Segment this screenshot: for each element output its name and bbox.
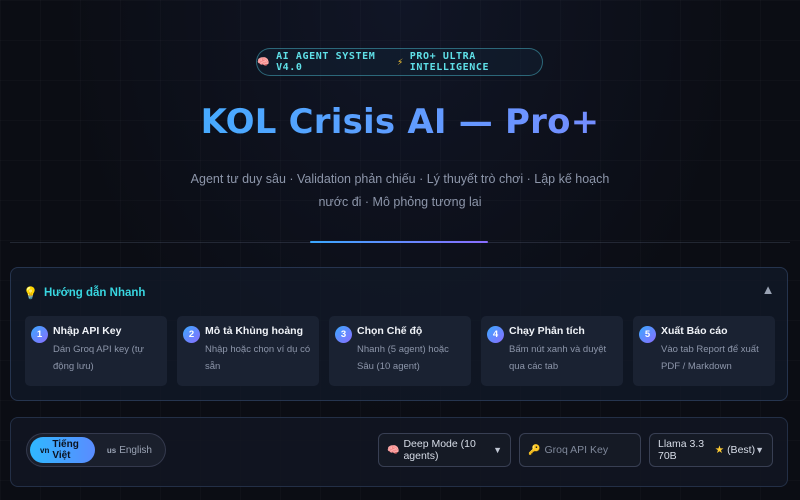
quick-guide-panel: 💡 Hướng dẫn Nhanh ▲ 1 Nhập API Key Dán G… [10,267,788,401]
language-label: Tiếng Việt [52,439,79,461]
step-description: Nhanh (5 agent) hoặc Sâu (10 agent) [357,344,449,372]
model-selected-suffix: (Best) [727,444,756,456]
language-button-vietnamese[interactable]: vn Tiếng Việt [30,437,95,463]
guide-step-3: 3 Chọn Chế độ Nhanh (5 agent) hoặc Sâu (… [329,316,471,386]
mode-selected-value: Deep Mode (10 agents) [403,438,476,462]
step-number: 1 [31,326,48,343]
chevron-down-icon: ▼ [755,445,764,455]
step-description: Nhập hoặc chọn ví dụ có sẵn [205,344,311,372]
guide-step-2: 2 Mô tả Khủng hoảng Nhập hoặc chọn ví dụ… [177,316,319,386]
step-number: 5 [639,326,656,343]
api-key-field[interactable]: 🔑 [519,433,641,467]
language-switch: vn Tiếng Việt us English [26,433,166,467]
guide-step-4: 4 Chạy Phân tích Bấm nút xanh và duyệt q… [481,316,623,386]
api-key-input[interactable] [544,444,635,456]
language-label: English [119,444,152,456]
step-description: Dán Groq API key (tự động lưu) [53,344,144,372]
us-flag-icon: us [106,445,117,455]
step-number: 4 [487,326,504,343]
language-button-english[interactable]: us English [97,437,162,463]
analysis-mode-select[interactable]: 🧠 Deep Mode (10 agents) ▼ [378,433,511,467]
step-number: 3 [335,326,352,343]
guide-step-5: 5 Xuất Báo cáo Vào tab Report để xuất PD… [633,316,775,386]
quick-guide-title: Hướng dẫn Nhanh [43,287,146,299]
header-divider-accent [310,241,488,243]
collapse-toggle-icon[interactable]: ▲ [761,282,775,298]
brain-icon: 🧠 [387,444,400,456]
lightbulb-icon: 💡 [23,286,38,300]
step-title: Nhập API Key [53,325,122,337]
quick-guide-header[interactable]: 💡 Hướng dẫn Nhanh [23,286,145,300]
key-icon: 🔑 [528,444,541,456]
chevron-down-icon: ▼ [493,445,502,455]
model-select[interactable]: Llama 3.3 70B ★ (Best) ▼ [649,433,773,467]
version-badge: 🧠 AI AGENT SYSTEM V4.0 ⚡ PRO+ ULTRA INTE… [256,48,543,76]
controls-bar: vn Tiếng Việt us English 🧠 Deep Mode (10… [10,417,788,487]
step-title: Mô tả Khủng hoảng [205,325,303,337]
step-number: 2 [183,326,200,343]
brain-icon: 🧠 [257,56,271,68]
guide-steps: 1 Nhập API Key Dán Groq API key (tự động… [25,316,775,386]
step-description: Vào tab Report để xuất PDF / Markdown [661,344,759,372]
step-title: Chọn Chế độ [357,325,423,337]
badge-label-tier: PRO+ ULTRA INTELLIGENCE [409,51,490,73]
page-title: KOL Crisis AI — Pro+ [0,102,800,142]
vn-flag-icon: vn [40,445,50,455]
step-description: Bấm nút xanh và duyệt qua các tab [509,344,607,372]
star-icon: ★ [711,444,728,456]
badge-label-system: AI AGENT SYSTEM V4.0 [276,51,376,73]
guide-step-1: 1 Nhập API Key Dán Groq API key (tự động… [25,316,167,386]
page-subtitle: Agent tư duy sâu · Validation phản chiếu… [190,172,610,209]
lightning-icon: ⚡ [397,56,404,68]
model-selected-value: Llama 3.3 70B [658,438,705,462]
step-title: Xuất Báo cáo [661,325,728,337]
step-title: Chạy Phân tích [509,325,585,337]
